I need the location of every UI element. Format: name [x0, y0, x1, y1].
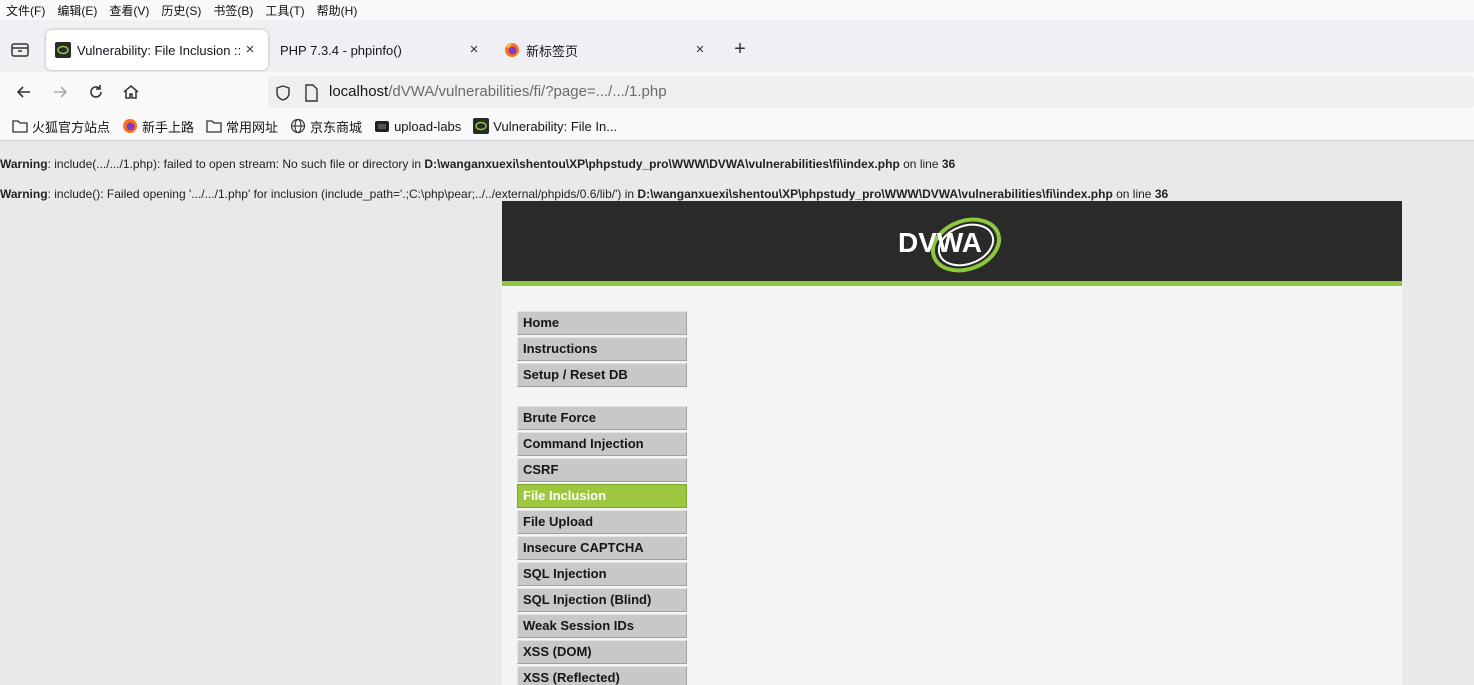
forward-button[interactable]	[50, 82, 70, 102]
tab-title: Vulnerability: File Inclusion ::	[77, 42, 242, 58]
close-icon[interactable]: ×	[692, 42, 708, 58]
menu-item-brute-force[interactable]: Brute Force	[517, 406, 687, 430]
menu-tools[interactable]: 工具(T)	[265, 2, 304, 19]
menu-edit[interactable]: 编辑(E)	[57, 2, 97, 19]
warning-path: D:\wanganxuexi\shentou\XP\phpstudy_pro\W…	[424, 157, 900, 171]
bookmark-label: upload-labs	[394, 118, 462, 134]
close-icon[interactable]: ×	[242, 42, 258, 58]
warning-text: : include(): Failed opening '.../.../1.p…	[47, 187, 638, 201]
menu-bookmarks[interactable]: 书签(B)	[213, 2, 253, 19]
menu-item-home[interactable]: Home	[517, 311, 687, 335]
php-warning: Warning: include(): Failed opening '.../…	[0, 187, 1168, 201]
dvwa-favicon-icon	[473, 118, 490, 134]
nav-bar: localhost/dVWA/vulnerabilities/fi/?page=…	[0, 72, 1474, 112]
arrow-right-icon	[54, 86, 68, 98]
menu-item-insecure-captcha[interactable]: Insecure CAPTCHA	[517, 536, 687, 560]
close-icon[interactable]: ×	[466, 42, 482, 58]
warning-label: Warning	[0, 187, 48, 201]
dark-page-icon	[375, 121, 390, 132]
dvwa-logo: DVWA	[898, 217, 1001, 273]
url-text[interactable]: localhost/dVWA/vulnerabilities/fi/?page=…	[329, 83, 667, 100]
vulnerability-menu: Brute Force Command Injection CSRF File …	[517, 406, 687, 685]
globe-icon	[290, 118, 306, 134]
warning-label: Warning	[0, 157, 48, 171]
bookmark-label: 火狐官方站点	[32, 119, 111, 135]
arrow-left-icon	[16, 86, 30, 98]
reload-button[interactable]	[86, 82, 106, 102]
menu-item-file-inclusion[interactable]: File Inclusion	[517, 484, 687, 508]
url-bar[interactable]: localhost/dVWA/vulnerabilities/fi/?page=…	[268, 76, 1474, 108]
url-path: /dVWA/vulnerabilities/fi/?page=.../.../1…	[388, 83, 667, 100]
bookmark-upload-labs[interactable]: upload-labs	[374, 118, 461, 134]
bookmark-file-inclusion[interactable]: Vulnerability: File In...	[473, 118, 617, 134]
php-warning: Warning: include(.../.../1.php): failed …	[0, 157, 955, 171]
menu-item-file-upload[interactable]: File Upload	[517, 510, 687, 534]
bookmarks-bar: 火狐官方站点 新手上路 常用网址 京东商城 upload-labs Vulner…	[0, 112, 1474, 141]
firefox-icon	[505, 43, 519, 57]
dvwa-favicon-icon	[55, 42, 71, 58]
bookmark-jd[interactable]: 京东商城	[290, 117, 362, 136]
menu-item-instructions[interactable]: Instructions	[517, 337, 687, 361]
firefox-icon	[123, 119, 138, 133]
dvwa-container: DVWA Home Instructions Setup / Reset DB …	[502, 201, 1402, 685]
warning-line: 36	[941, 157, 956, 171]
folder-icon	[206, 120, 222, 133]
tab-phpinfo[interactable]: PHP 7.3.4 - phpinfo() ×	[270, 30, 492, 70]
new-tab-button[interactable]: +	[731, 39, 749, 59]
menu-bar: 文件(F) 编辑(E) 查看(V) 历史(S) 书签(B) 工具(T) 帮助(H…	[0, 0, 1474, 20]
warning-line-text: on line	[1112, 187, 1155, 201]
bookmark-common-sites[interactable]: 常用网址	[206, 117, 278, 136]
tab-manager-icon[interactable]	[10, 42, 30, 58]
bookmark-label: 京东商城	[310, 119, 363, 135]
tab-file-inclusion[interactable]: Vulnerability: File Inclusion :: ×	[46, 30, 268, 70]
folder-icon	[12, 120, 28, 133]
menu-item-sql-injection[interactable]: SQL Injection	[517, 562, 687, 586]
menu-item-sql-injection-blind[interactable]: SQL Injection (Blind)	[517, 588, 687, 612]
warning-line: 36	[1154, 187, 1169, 201]
bookmark-label: 新手上路	[142, 119, 195, 135]
menu-item-setup[interactable]: Setup / Reset DB	[517, 363, 687, 387]
menu-item-weak-session-ids[interactable]: Weak Session IDs	[517, 614, 687, 638]
home-icon	[123, 85, 139, 99]
page-content: Warning: include(.../.../1.php): failed …	[0, 141, 1474, 685]
tab-strip: Vulnerability: File Inclusion :: × PHP 7…	[0, 20, 1474, 72]
warning-text: : include(.../.../1.php): failed to open…	[47, 157, 425, 171]
home-button[interactable]	[121, 82, 141, 102]
header-stripe	[502, 281, 1402, 286]
dvwa-header: DVWA	[502, 201, 1402, 281]
page-icon[interactable]	[303, 84, 319, 102]
menu-help[interactable]: 帮助(H)	[317, 2, 358, 19]
back-button[interactable]	[14, 82, 34, 102]
shield-icon[interactable]	[274, 84, 292, 102]
warning-line-text: on line	[899, 157, 942, 171]
bookmark-firefox-site[interactable]: 火狐官方站点	[12, 117, 110, 136]
tab-new[interactable]: 新标签页 ×	[494, 30, 718, 70]
logo-text: DVWA	[898, 227, 982, 258]
menu-history[interactable]: 历史(S)	[161, 2, 201, 19]
reload-icon	[90, 85, 102, 98]
menu-item-xss-reflected[interactable]: XSS (Reflected)	[517, 666, 687, 685]
menu-file[interactable]: 文件(F)	[6, 2, 45, 19]
menu-item-csrf[interactable]: CSRF	[517, 458, 687, 482]
bookmark-getting-started[interactable]: 新手上路	[122, 117, 194, 136]
menu-view[interactable]: 查看(V)	[109, 2, 149, 19]
main-menu: Home Instructions Setup / Reset DB	[517, 311, 687, 389]
warning-path: D:\wanganxuexi\shentou\XP\phpstudy_pro\W…	[637, 187, 1113, 201]
menu-item-command-injection[interactable]: Command Injection	[517, 432, 687, 456]
bookmark-label: Vulnerability: File In...	[493, 118, 618, 134]
url-host: localhost	[329, 83, 389, 100]
tab-title: PHP 7.3.4 - phpinfo()	[280, 42, 402, 58]
tab-title: 新标签页	[526, 43, 579, 59]
menu-item-xss-dom[interactable]: XSS (DOM)	[517, 640, 687, 664]
bookmark-label: 常用网址	[226, 119, 279, 135]
